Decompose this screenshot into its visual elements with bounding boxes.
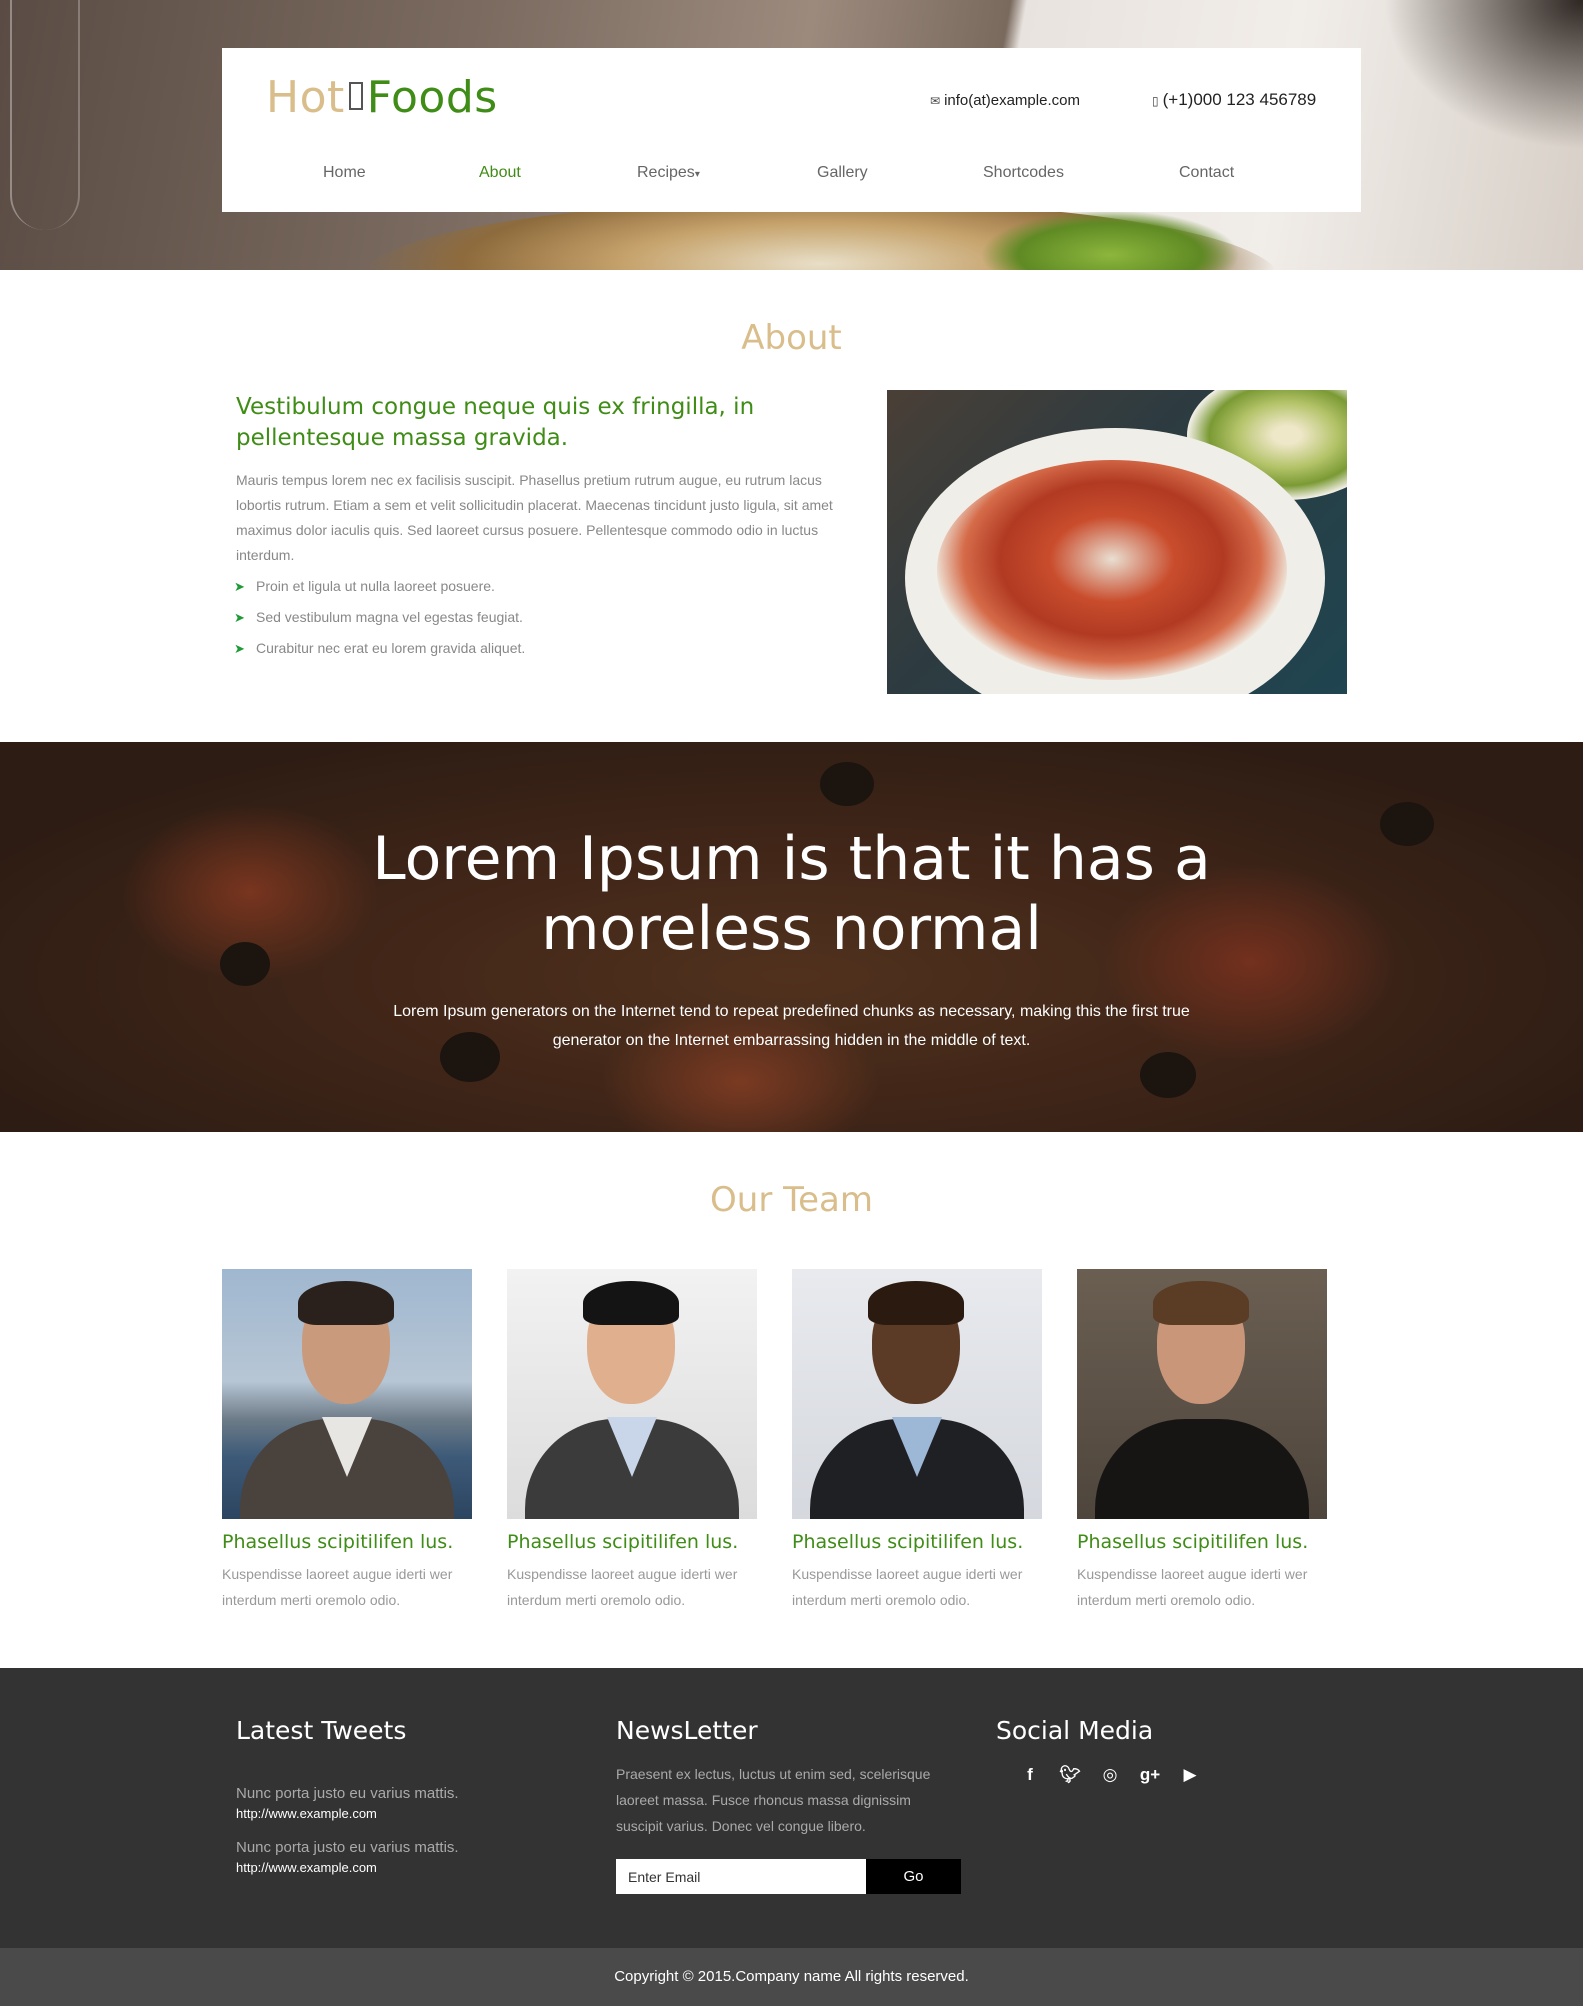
team-member-desc: Kuspendisse laoreet augue iderti wer int…: [1077, 1566, 1308, 1608]
team-card: Phasellus scipitilifen lus. Kuspendisse …: [507, 1269, 757, 1613]
banner-title-line1: Lorem Ipsum is that it has a: [372, 824, 1211, 894]
nav-gallery[interactable]: Gallery: [817, 164, 868, 182]
hair: [1153, 1281, 1249, 1325]
newsletter: NewsLetter Praesent ex lectus, luctus ut…: [616, 1716, 961, 1894]
nav-shortcodes[interactable]: Shortcodes: [983, 164, 1064, 182]
caret-down-icon: ▾: [694, 169, 700, 180]
nav-about[interactable]: About: [479, 164, 521, 182]
nav-home[interactable]: Home: [323, 164, 366, 182]
site-footer: Latest Tweets Nunc porta justo eu varius…: [0, 1668, 1583, 1948]
list-item-text: Sed vestibulum magna vel egestas feugiat…: [256, 609, 523, 625]
header-email: ✉ info(at)example.com: [930, 92, 1080, 109]
team-card: Phasellus scipitilifen lus. Kuspendisse …: [1077, 1269, 1327, 1613]
arrow-right-icon: ➤: [234, 610, 245, 625]
social-heading: Social Media: [996, 1716, 1154, 1745]
about-heading: Vestibulum congue neque quis ex fringill…: [236, 394, 755, 451]
go-button[interactable]: Go: [866, 1859, 961, 1894]
list-item: ➤ Sed vestibulum magna vel egestas feugia…: [234, 609, 525, 640]
team-member-desc: Kuspendisse laoreet augue iderti wer int…: [507, 1566, 738, 1608]
nav-contact[interactable]: Contact: [1179, 164, 1234, 182]
google-plus-icon[interactable]: g+: [1130, 1765, 1170, 1791]
hair: [868, 1281, 964, 1325]
team-card: Phasellus scipitilifen lus. Kuspendisse …: [792, 1269, 1042, 1613]
tweet-item: Nunc porta justo eu varius mattis. http:…: [236, 1785, 459, 1821]
team-member-name[interactable]: Phasellus scipitilifen lus.: [222, 1531, 472, 1553]
arrow-right-icon: ➤: [234, 641, 245, 656]
banner-text: Lorem Ipsum generators on the Internet t…: [393, 1003, 1190, 1049]
team-member-photo: [792, 1269, 1042, 1519]
social-links: f 🐦︎ ◎ g+ ▶: [996, 1765, 1210, 1791]
header-email-text: info(at)example.com: [944, 92, 1080, 109]
twitter-icon[interactable]: 🐦︎: [1050, 1765, 1090, 1791]
arrow-right-icon: ➤: [234, 579, 245, 594]
team-section-title: Our Team: [710, 1180, 873, 1220]
team-member-desc: Kuspendisse laoreet augue iderti wer int…: [792, 1566, 1023, 1608]
about-section-title: About: [741, 318, 842, 358]
main-nav: Home About Recipes▾ Gallery Shortcodes C…: [222, 164, 1361, 194]
tweet-link[interactable]: http://www.example.com: [236, 1860, 459, 1875]
chicken-wings: [937, 460, 1287, 680]
hero-banner: Hot Foods ✉ info(at)example.com ▯ (+1)000 1…: [0, 0, 1583, 270]
team-member-desc: Kuspendisse laoreet augue iderti wer int…: [222, 1566, 453, 1608]
hair: [298, 1281, 394, 1325]
tweet-text: Nunc porta justo eu varius mattis.: [236, 1839, 459, 1856]
site-header: Hot Foods ✉ info(at)example.com ▯ (+1)000 1…: [222, 48, 1361, 212]
tweet-item: Nunc porta justo eu varius mattis. http:…: [236, 1839, 459, 1875]
site-logo[interactable]: Hot Foods: [266, 72, 498, 123]
tweets-heading: Latest Tweets: [236, 1716, 407, 1745]
list-item-text: Curabitur nec erat eu lorem gravida aliq…: [256, 640, 526, 656]
logo-icon: [348, 82, 363, 110]
team-member-name[interactable]: Phasellus scipitilifen lus.: [507, 1531, 757, 1553]
list-item: ➤ Curabitur nec erat eu lorem gravida ali…: [234, 640, 525, 671]
list-item-text: Proin et ligula ut nulla laoreet posuere…: [256, 578, 495, 594]
shirt: [1095, 1419, 1309, 1519]
header-phone: ▯ (+1)000 123 456789: [1152, 90, 1316, 110]
wine-glass-image: [10, 0, 80, 230]
newsletter-heading: NewsLetter: [616, 1716, 758, 1745]
copyright-bar: Copyright © 2015.Company name All rights…: [0, 1948, 1583, 2006]
pizza-banner: Lorem Ipsum is that it has a moreless no…: [0, 742, 1583, 1132]
youtube-icon[interactable]: ▶: [1170, 1765, 1210, 1791]
team-member-name[interactable]: Phasellus scipitilifen lus.: [1077, 1531, 1327, 1553]
team-card: Phasellus scipitilifen lus. Kuspendisse …: [222, 1269, 472, 1613]
tweet-text: Nunc porta justo eu varius mattis.: [236, 1785, 459, 1802]
team-member-name[interactable]: Phasellus scipitilifen lus.: [792, 1531, 1042, 1553]
facebook-icon[interactable]: f: [1010, 1765, 1050, 1791]
banner-title-line2: moreless normal: [541, 894, 1042, 964]
team-member-photo: [1077, 1269, 1327, 1519]
dribbble-icon[interactable]: ◎: [1090, 1765, 1130, 1791]
envelope-icon: ✉: [930, 94, 941, 108]
nav-recipes[interactable]: Recipes▾: [637, 164, 700, 182]
tweet-link[interactable]: http://www.example.com: [236, 1806, 459, 1821]
banner-title: Lorem Ipsum is that it has a moreless no…: [0, 824, 1583, 964]
team-member-photo: [507, 1269, 757, 1519]
nav-recipes-label: Recipes: [637, 164, 695, 181]
team-member-photo: [222, 1269, 472, 1519]
newsletter-form: Go: [616, 1859, 961, 1894]
about-dish-image: [887, 390, 1347, 694]
hair: [583, 1281, 679, 1325]
list-item: ➤ Proin et ligula ut nulla laoreet posuer…: [234, 578, 525, 609]
logo-hot-text: Hot: [266, 72, 345, 123]
social-media: Social Media f 🐦︎ ◎ g+ ▶: [996, 1716, 1210, 1791]
newsletter-text: Praesent ex lectus, luctus ut enim sed, …: [616, 1766, 931, 1834]
header-phone-text: (+1)000 123 456789: [1162, 90, 1317, 109]
about-feature-list: ➤ Proin et ligula ut nulla laoreet posuer…: [234, 578, 525, 671]
logo-foods-text: Foods: [366, 72, 498, 123]
banner-shadow: [1383, 0, 1583, 150]
email-input[interactable]: [616, 1859, 866, 1894]
latest-tweets: Latest Tweets Nunc porta justo eu varius…: [236, 1716, 459, 1875]
phone-icon: ▯: [1152, 94, 1159, 108]
about-paragraph: Mauris tempus lorem nec ex facilisis sus…: [236, 472, 833, 563]
